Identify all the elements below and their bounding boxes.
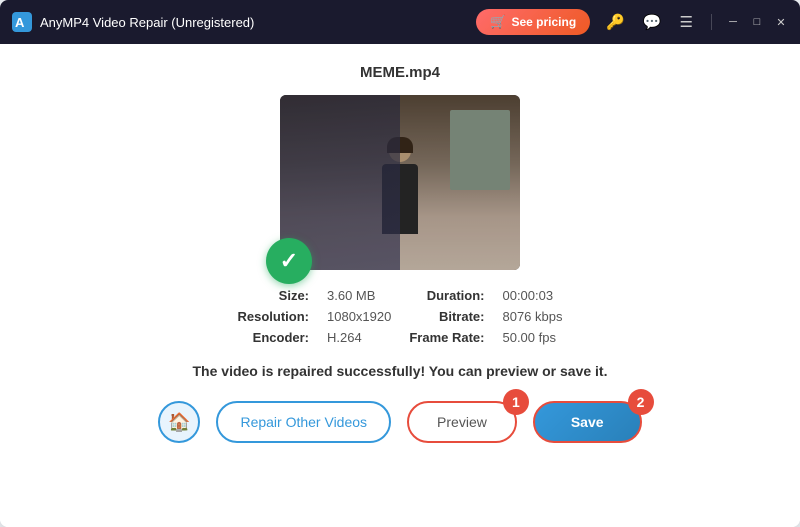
maximize-button[interactable]: □ xyxy=(750,15,764,29)
save-number-badge: 2 xyxy=(628,389,654,415)
close-button[interactable]: ✕ xyxy=(774,15,788,29)
app-logo: A xyxy=(12,12,32,32)
file-info-table: Size: 3.60 MB Duration: 00:00:03 Resolut… xyxy=(238,288,563,345)
titlebar: A AnyMP4 Video Repair (Unregistered) 🛒 S… xyxy=(0,0,800,44)
app-title: AnyMP4 Video Repair (Unregistered) xyxy=(40,15,476,30)
save-button[interactable]: Save xyxy=(533,401,642,443)
scene-overlay xyxy=(280,95,520,270)
preview-button[interactable]: Preview xyxy=(407,401,517,443)
svg-text:A: A xyxy=(15,15,25,30)
framerate-value: 50.00 fps xyxy=(502,330,562,345)
success-message: The video is repaired successfully! You … xyxy=(193,363,608,379)
key-icon[interactable]: 🔑 xyxy=(602,11,629,33)
bitrate-value: 8076 kbps xyxy=(502,309,562,324)
duration-label: Duration: xyxy=(409,288,484,303)
video-preview-container: ✓ xyxy=(280,95,520,270)
video-preview xyxy=(280,95,520,270)
repair-other-button[interactable]: Repair Other Videos xyxy=(216,401,391,443)
minimize-button[interactable]: ─ xyxy=(726,15,740,29)
chat-icon[interactable]: 💬 xyxy=(639,11,666,33)
size-value: 3.60 MB xyxy=(327,288,391,303)
main-window: A AnyMP4 Video Repair (Unregistered) 🛒 S… xyxy=(0,0,800,527)
save-btn-wrapper: 2 Save xyxy=(533,401,642,443)
preview-btn-wrapper: 1 Preview xyxy=(407,401,517,443)
menu-icon[interactable]: ☰ xyxy=(676,11,697,33)
framerate-label: Frame Rate: xyxy=(409,330,484,345)
separator xyxy=(711,14,712,30)
resolution-value: 1080x1920 xyxy=(327,309,391,324)
home-button[interactable]: 🏠 xyxy=(158,401,200,443)
bitrate-label: Bitrate: xyxy=(409,309,484,324)
resolution-label: Resolution: xyxy=(238,309,310,324)
cart-icon: 🛒 xyxy=(490,14,506,30)
size-label: Size: xyxy=(238,288,310,303)
encoder-value: H.264 xyxy=(327,330,391,345)
video-scene xyxy=(280,95,520,270)
duration-value: 00:00:03 xyxy=(502,288,562,303)
actions-bar: 🏠 Repair Other Videos 1 Preview 2 Save xyxy=(158,401,641,443)
see-pricing-button[interactable]: 🛒 See pricing xyxy=(476,9,590,35)
main-content: MEME.mp4 ✓ xyxy=(0,44,800,527)
repair-success-badge: ✓ xyxy=(266,238,312,284)
video-filename: MEME.mp4 xyxy=(360,64,440,81)
titlebar-actions: 🔑 💬 ☰ ─ □ ✕ xyxy=(602,11,788,33)
encoder-label: Encoder: xyxy=(238,330,310,345)
preview-number-badge: 1 xyxy=(503,389,529,415)
